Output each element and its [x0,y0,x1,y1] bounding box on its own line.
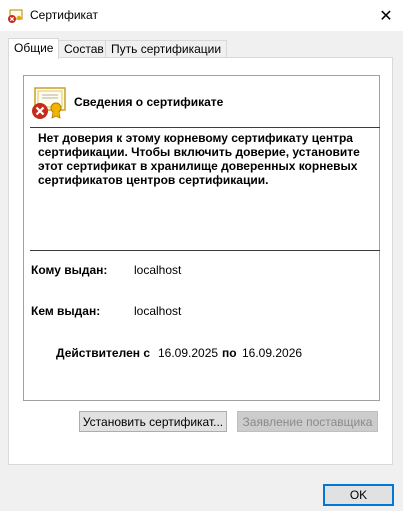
tab-general[interactable]: Общие [8,38,60,59]
issued-to-label: Кому выдан: [31,263,108,277]
general-tab-panel: Сведения о сертификате Нет доверия к это… [8,57,393,465]
tab-certification-path[interactable]: Путь сертификации [105,40,228,58]
issued-by-value: localhost [134,304,182,318]
valid-to-label: по [222,346,237,360]
info-title: Сведения о сертификате [74,95,224,109]
separator [30,127,380,128]
install-certificate-button[interactable]: Установить сертификат... [79,411,227,432]
tab-details[interactable]: Состав [58,40,110,58]
ok-button[interactable]: OK [323,484,394,506]
valid-from-value: 16.09.2025 [158,346,219,360]
issued-by-label: Кем выдан: [31,304,101,318]
close-button[interactable]: ✕ [369,0,403,31]
issued-to-value: localhost [134,263,182,277]
certificate-error-icon [8,9,23,23]
valid-from-label: Действителен с [56,346,150,360]
certificate-info-box: Сведения о сертификате Нет доверия к это… [23,75,380,401]
issuer-statement-button[interactable]: Заявление поставщика [237,411,378,432]
window-title: Сертификат [30,8,98,22]
trust-warning-text: Нет доверия к этому корневому сертификат… [38,131,360,187]
close-icon: ✕ [379,7,393,25]
separator [30,250,380,251]
valid-to-value: 16.09.2026 [242,346,303,360]
title-bar: Сертификат ✕ [0,0,403,31]
certificate-error-icon [32,87,66,119]
